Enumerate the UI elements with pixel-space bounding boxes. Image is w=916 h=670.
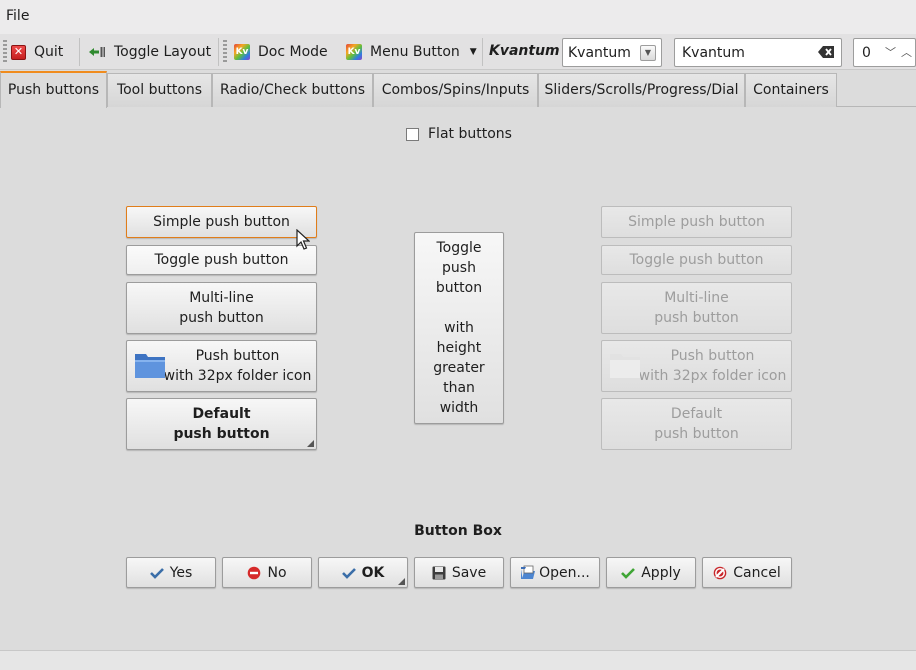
cancel-label: Cancel — [733, 564, 781, 581]
tab-tool-buttons[interactable]: Tool buttons — [107, 73, 212, 107]
save-label: Save — [451, 564, 487, 581]
toolbar-separator — [79, 38, 80, 66]
kvantum-label: Kvantum — [489, 43, 560, 59]
multi-line-push-button-disabled: Multi-line push button — [601, 282, 792, 334]
menu-button[interactable]: Kv Menu Button ▼ — [346, 40, 477, 64]
save-button[interactable]: Save — [414, 557, 504, 588]
dropdown-arrow-icon[interactable]: ▼ — [470, 47, 477, 57]
folder-icon — [609, 351, 641, 385]
default-button-label: Default push button — [173, 406, 270, 442]
doc-mode-button[interactable]: Kv Doc Mode — [234, 40, 328, 64]
toggle-layout-icon — [88, 45, 106, 59]
folder-button-label: Push button with 32px folder icon — [638, 348, 787, 384]
apply-button[interactable]: Apply — [606, 557, 696, 588]
toolbar-grip[interactable] — [3, 40, 7, 64]
close-box-icon: ✕ — [11, 44, 26, 60]
toolbar-grip[interactable] — [223, 40, 227, 64]
default-button-label: Default push button — [654, 406, 739, 442]
menu-bar: File — [0, 0, 916, 34]
simple-push-label: Simple push button — [628, 214, 765, 230]
kvantum-combo[interactable]: Kvantum ▼ — [562, 38, 662, 67]
toggle-push-button-disabled: Toggle push button — [601, 245, 792, 275]
tab-combos-spins-inputs[interactable]: Combos/Spins/Inputs — [373, 73, 538, 107]
toggle-push-label: Toggle push button — [629, 252, 764, 268]
tab-push-buttons[interactable]: Push buttons — [0, 71, 107, 108]
no-entry-icon — [247, 566, 261, 580]
cancel-icon — [713, 566, 727, 580]
quit-label: Quit — [34, 44, 64, 60]
ok-label: OK — [361, 564, 385, 581]
quit-button[interactable]: ✕ Quit — [11, 40, 63, 64]
tab-bar: Push buttons Tool buttons Radio/Check bu… — [0, 71, 916, 108]
floppy-icon — [432, 566, 446, 580]
tab-sliders-scrolls[interactable]: Sliders/Scrolls/Progress/Dial — [538, 73, 745, 107]
ok-button[interactable]: OK — [318, 557, 408, 588]
folder-icon-push-button[interactable]: Push button with 32px folder icon — [126, 340, 317, 392]
menu-file[interactable]: File — [6, 8, 29, 24]
simple-push-label: Simple push button — [153, 214, 290, 230]
toggle-push-button[interactable]: Toggle push button — [126, 245, 317, 275]
flat-buttons-label: Flat buttons — [428, 126, 512, 142]
chevron-up-icon[interactable]: ︿ — [901, 44, 912, 60]
yes-button[interactable]: Yes — [126, 557, 216, 588]
no-label: No — [267, 564, 287, 581]
open-file-icon — [520, 565, 536, 580]
flat-buttons-checkbox[interactable]: Flat buttons — [406, 126, 512, 142]
checkbox-box[interactable] — [406, 127, 419, 141]
tab-radio-check-buttons[interactable]: Radio/Check buttons — [212, 73, 373, 107]
folder-icon-push-button-disabled: Push button with 32px folder icon — [601, 340, 792, 392]
folder-button-label: Push button with 32px folder icon — [163, 348, 312, 384]
toggle-push-label: Toggle push button — [154, 252, 289, 268]
tab-containers[interactable]: Containers — [745, 73, 837, 107]
menu-button-label: Menu Button — [370, 44, 460, 60]
default-indicator-icon — [398, 578, 405, 585]
kvantum-icon: Kv — [234, 44, 250, 60]
doc-mode-label: Doc Mode — [258, 44, 328, 60]
simple-push-button[interactable]: Simple push button — [126, 206, 317, 238]
default-indicator-icon — [307, 440, 314, 447]
button-box-title: Button Box — [414, 523, 502, 539]
check-icon — [621, 567, 636, 579]
apply-label: Apply — [641, 564, 681, 581]
chevron-down-icon[interactable]: ﹀ — [885, 44, 896, 60]
yes-label: Yes — [169, 564, 193, 581]
folder-icon — [134, 351, 166, 385]
check-icon — [149, 567, 164, 579]
default-push-button[interactable]: Default push button — [126, 398, 317, 450]
chevron-down-icon[interactable]: ▼ — [640, 45, 656, 61]
tall-toggle-label: Toggle push button with height greater t… — [433, 240, 485, 416]
status-bar — [0, 650, 916, 670]
toolbar-separator — [218, 38, 219, 66]
kvantum-icon: Kv — [346, 44, 362, 60]
mouse-cursor-icon — [296, 229, 310, 250]
tall-toggle-push-button[interactable]: Toggle push button with height greater t… — [414, 232, 504, 424]
kvantum-line-edit[interactable]: Kvantum — [674, 38, 842, 67]
toggle-layout-label: Toggle Layout — [114, 44, 212, 60]
clear-text-icon[interactable] — [818, 45, 835, 59]
combo-value: Kvantum — [568, 45, 631, 61]
spin-box[interactable]: 0 ﹀ ︿ — [853, 38, 916, 67]
line-edit-value: Kvantum — [682, 45, 745, 61]
multi-line-label: Multi-line push button — [654, 290, 739, 326]
open-label: Open... — [539, 564, 590, 581]
spin-value: 0 — [862, 45, 871, 61]
multi-line-label: Multi-line push button — [179, 290, 264, 326]
check-icon — [341, 567, 356, 579]
no-button[interactable]: No — [222, 557, 312, 588]
default-push-button-disabled: Default push button — [601, 398, 792, 450]
toggle-layout-button[interactable]: Toggle Layout — [88, 40, 211, 64]
toolbar-separator — [482, 38, 483, 66]
simple-push-button-disabled: Simple push button — [601, 206, 792, 238]
multi-line-push-button[interactable]: Multi-line push button — [126, 282, 317, 334]
cancel-button[interactable]: Cancel — [702, 557, 792, 588]
open-button[interactable]: Open... — [510, 557, 600, 588]
